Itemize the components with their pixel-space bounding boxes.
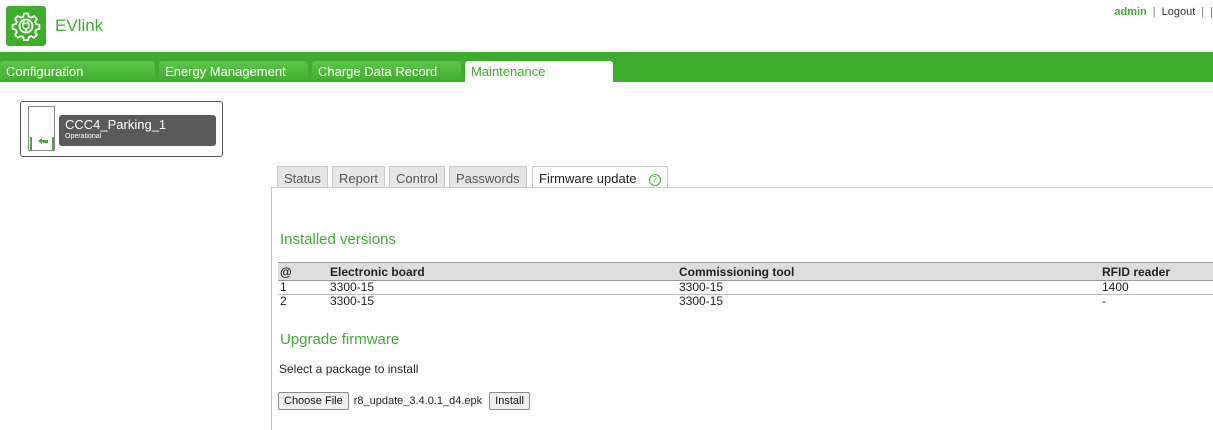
gear-plug-icon (6, 6, 46, 46)
table-header-row: @ Electronic board Commissioning tool RF… (278, 262, 1213, 281)
tab-charge-data-record[interactable]: Charge Data Record (312, 61, 461, 82)
separator: | (1152, 6, 1156, 18)
station-status: Operational (65, 133, 102, 140)
content-border (271, 187, 272, 430)
column-header-at: @ (278, 262, 328, 281)
station-card[interactable]: CCC4_Parking_1 Operational (20, 101, 223, 157)
selected-file-name: r8_update_3.4.0.1_d4.epk (353, 395, 483, 407)
table-row: 2 3300-15 3300-15 - (278, 295, 1213, 309)
cell-board: 3300-15 (330, 294, 375, 309)
choose-file-button[interactable]: Choose File (278, 392, 349, 410)
tab-configuration[interactable]: Configuration (0, 61, 155, 82)
cell-rfid: 1400 (1100, 280, 1213, 295)
column-header-rfid: RFID reader (1100, 262, 1213, 281)
select-package-label: Select a package to install (279, 362, 419, 376)
subtab-status[interactable]: Status (277, 166, 328, 187)
station-label: CCC4_Parking_1 Operational (59, 115, 216, 146)
installed-versions-table: @ Electronic board Commissioning tool RF… (278, 262, 1213, 309)
separator: | (1201, 6, 1205, 18)
subtab-firmware-update-label: Firmware update (539, 171, 637, 186)
subtab-control[interactable]: Control (389, 166, 445, 187)
cell-at: 2 (280, 294, 287, 309)
column-header-board: Electronic board (328, 262, 677, 281)
cell-board: 3300-15 (328, 280, 677, 295)
upgrade-firmware-title: Upgrade firmware (280, 331, 400, 348)
subtab-report[interactable]: Report (332, 166, 386, 187)
tab-energy-management[interactable]: Energy Management (159, 61, 308, 82)
subtab-passwords[interactable]: Passwords (449, 166, 527, 187)
user-name-link[interactable]: admin (1114, 6, 1146, 18)
column-header-tool: Commissioning tool (677, 262, 1100, 281)
subtabs-divider (271, 187, 1213, 188)
cell-tool: 3300-15 (679, 294, 724, 309)
header: EVlink admin | Logout | | (0, 0, 1213, 52)
subtab-firmware-update[interactable]: Firmware update? (532, 166, 668, 188)
app-title: EVlink (55, 16, 104, 35)
cell-rfid: - (1102, 294, 1106, 309)
table-row: 1 3300-15 3300-15 1400 (278, 280, 1213, 295)
main-nav: Configuration Energy Management Charge D… (0, 52, 1213, 82)
cell-tool: 3300-15 (677, 280, 1100, 295)
file-upload-row: Choose File r8_update_3.4.0.1_d4.epk Ins… (278, 392, 530, 410)
logout-link[interactable]: Logout (1162, 6, 1196, 18)
user-links: admin | Logout | | (1114, 6, 1213, 18)
station-name: CCC4_Parking_1 (65, 117, 167, 132)
tab-maintenance[interactable]: Maintenance (465, 61, 613, 82)
installed-versions-title: Installed versions (280, 231, 396, 248)
install-button[interactable]: Install (489, 392, 530, 410)
charger-plug-icon (28, 106, 55, 151)
cell-at: 1 (278, 280, 328, 295)
question-circle-icon[interactable]: ? (648, 173, 661, 186)
